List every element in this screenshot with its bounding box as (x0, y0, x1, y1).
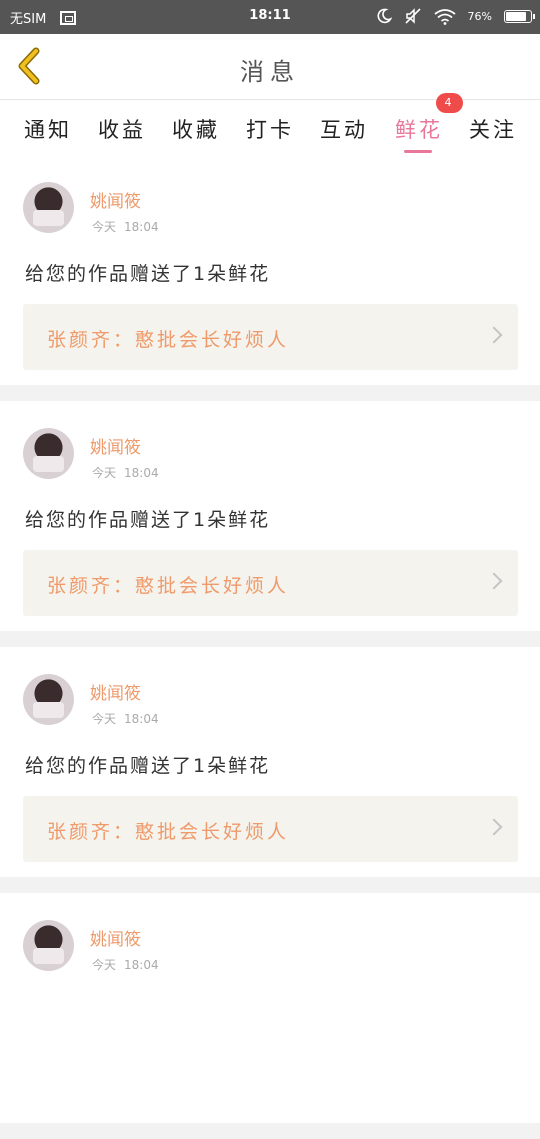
user-name[interactable]: 姚闻筱 (90, 187, 141, 212)
page-title: 消息 (240, 58, 300, 86)
tab-earnings[interactable]: 收益 (98, 114, 146, 144)
tab-label: 互动 (320, 118, 368, 142)
tab-following[interactable]: 关注 (469, 114, 517, 144)
user-name[interactable]: 姚闻筱 (90, 679, 141, 704)
wifi-icon (433, 8, 456, 25)
user-name[interactable]: 姚闻筱 (90, 925, 141, 950)
message-text: 给您的作品赠送了1朵鲜花 (25, 509, 271, 531)
work-title: 张颜齐：憨批会长好烦人 (47, 329, 290, 351)
app-header: 消息 (0, 34, 540, 100)
list-item: 姚闻筱 今天 18:04 给您的作品赠送了1朵鲜花 张颜齐：憨批会长好烦人 (0, 647, 540, 877)
mute-icon (404, 8, 421, 24)
moon-icon (377, 8, 392, 24)
timestamp: 今天 18:04 (92, 710, 167, 727)
tab-label: 鲜花 (395, 118, 443, 142)
message-text: 给您的作品赠送了1朵鲜花 (25, 755, 271, 777)
tab-label: 关注 (469, 118, 517, 142)
tab-checkin[interactable]: 打卡 (246, 114, 294, 144)
unread-badge: 4 (436, 93, 463, 113)
time-label: 18:04 (124, 712, 159, 726)
time-label: 18:04 (124, 958, 159, 972)
chevron-right-icon (485, 326, 503, 344)
avatar[interactable] (23, 182, 74, 233)
date-label: 今天 (92, 466, 117, 480)
tab-label: 收益 (98, 118, 146, 142)
battery-percent: 76% (467, 9, 492, 23)
message-text: 给您的作品赠送了1朵鲜花 (25, 263, 271, 285)
tab-flowers[interactable]: 鲜花 4 (395, 93, 463, 153)
list-item: 姚闻筱 今天 18:04 (0, 893, 540, 1123)
avatar[interactable] (23, 674, 74, 725)
message-list: 姚闻筱 今天 18:04 给您的作品赠送了1朵鲜花 张颜齐：憨批会长好烦人 姚闻筱… (0, 155, 540, 1139)
tab-interaction[interactable]: 互动 (320, 114, 368, 144)
chevron-right-icon (485, 818, 503, 836)
date-label: 今天 (92, 958, 117, 972)
tab-notifications[interactable]: 通知 (24, 114, 72, 144)
timestamp: 今天 18:04 (92, 956, 167, 973)
tab-label: 通知 (24, 118, 72, 142)
tab-label: 打卡 (246, 118, 294, 142)
work-link[interactable]: 张颜齐：憨批会长好烦人 (23, 796, 518, 862)
battery-icon (504, 9, 535, 23)
timestamp: 今天 18:04 (92, 464, 167, 481)
time-label: 18:04 (124, 220, 159, 234)
work-link[interactable]: 张颜齐：憨批会长好烦人 (23, 550, 518, 616)
user-name[interactable]: 姚闻筱 (90, 433, 141, 458)
list-item: 姚闻筱 今天 18:04 给您的作品赠送了1朵鲜花 张颜齐：憨批会长好烦人 (0, 401, 540, 631)
timestamp: 今天 18:04 (92, 218, 167, 235)
tab-bar: 通知 收益 收藏 打卡 互动 鲜花 4 关注 (0, 93, 540, 155)
date-label: 今天 (92, 712, 117, 726)
status-bar: 无SIM 18:11 76% (0, 0, 540, 34)
date-label: 今天 (92, 220, 117, 234)
work-title: 张颜齐：憨批会长好烦人 (47, 821, 290, 843)
avatar[interactable] (23, 428, 74, 479)
work-link[interactable]: 张颜齐：憨批会长好烦人 (23, 304, 518, 370)
tab-label: 收藏 (172, 118, 220, 142)
work-title: 张颜齐：憨批会长好烦人 (47, 575, 290, 597)
status-right: 76% (376, 7, 535, 25)
chevron-right-icon (485, 572, 503, 590)
tab-favorites[interactable]: 收藏 (172, 114, 220, 144)
time-label: 18:04 (124, 466, 159, 480)
avatar[interactable] (23, 920, 74, 971)
list-item: 姚闻筱 今天 18:04 给您的作品赠送了1朵鲜花 张颜齐：憨批会长好烦人 (0, 155, 540, 385)
active-tab-indicator (404, 150, 432, 153)
